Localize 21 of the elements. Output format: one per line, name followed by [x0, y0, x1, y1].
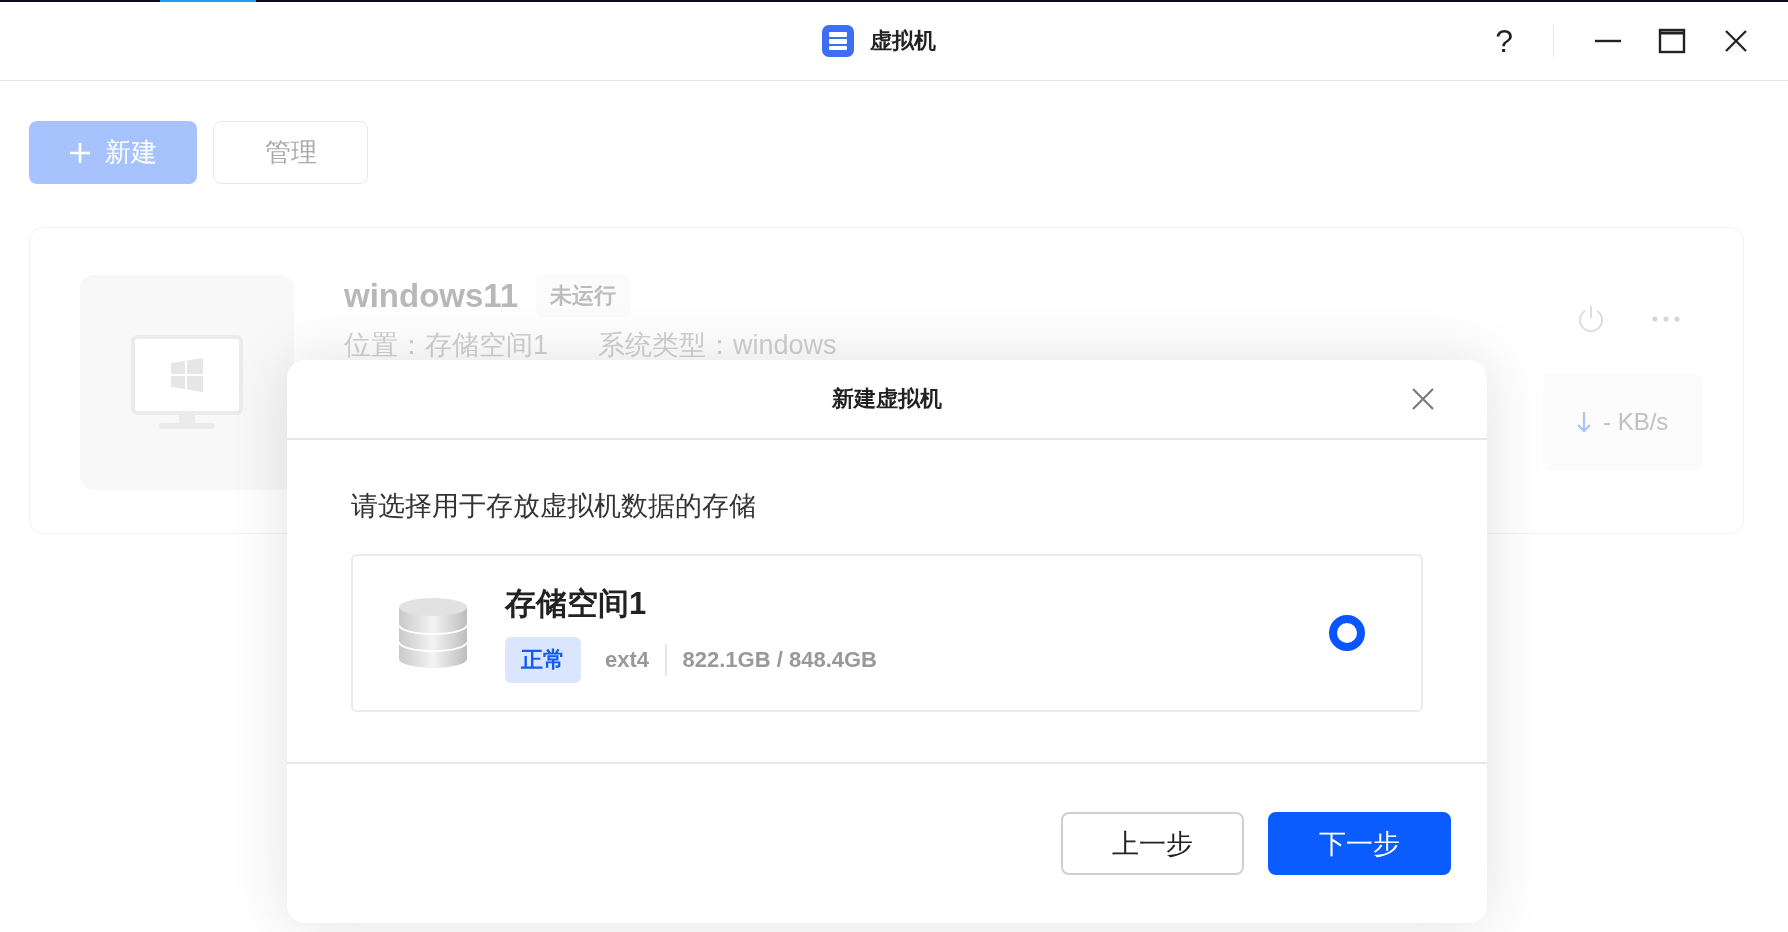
next-button[interactable]: 下一步	[1268, 812, 1451, 875]
storage-status-badge: 正常	[505, 637, 581, 683]
dialog-title: 新建虚拟机	[832, 385, 942, 413]
help-button[interactable]: ?	[1495, 22, 1513, 60]
monitor-icon	[131, 334, 243, 431]
app-icon	[822, 25, 854, 57]
window-title: 虚拟机	[870, 27, 936, 55]
dialog-prompt: 请选择用于存放虚拟机数据的存储	[351, 490, 757, 523]
download-speed: - KB/s	[1603, 408, 1669, 436]
radio-button[interactable]	[1329, 615, 1365, 651]
plus-icon	[69, 141, 91, 164]
storage-name: 存储空间1	[505, 585, 648, 623]
storage-capacity: 822.1GB / 848.4GB	[682, 647, 877, 673]
download-arrow-icon	[1577, 411, 1591, 433]
maximize-icon[interactable]	[1658, 27, 1686, 55]
storage-option[interactable]: 存储空间1 正常 ext4 822.1GB / 848.4GB	[351, 554, 1423, 712]
vm-name: windows11	[344, 277, 519, 315]
back-button[interactable]: 上一步	[1061, 812, 1244, 875]
vm-status-badge: 未运行	[536, 275, 631, 317]
storage-disk-icon	[397, 597, 469, 669]
storage-filesystem: ext4	[605, 647, 650, 673]
